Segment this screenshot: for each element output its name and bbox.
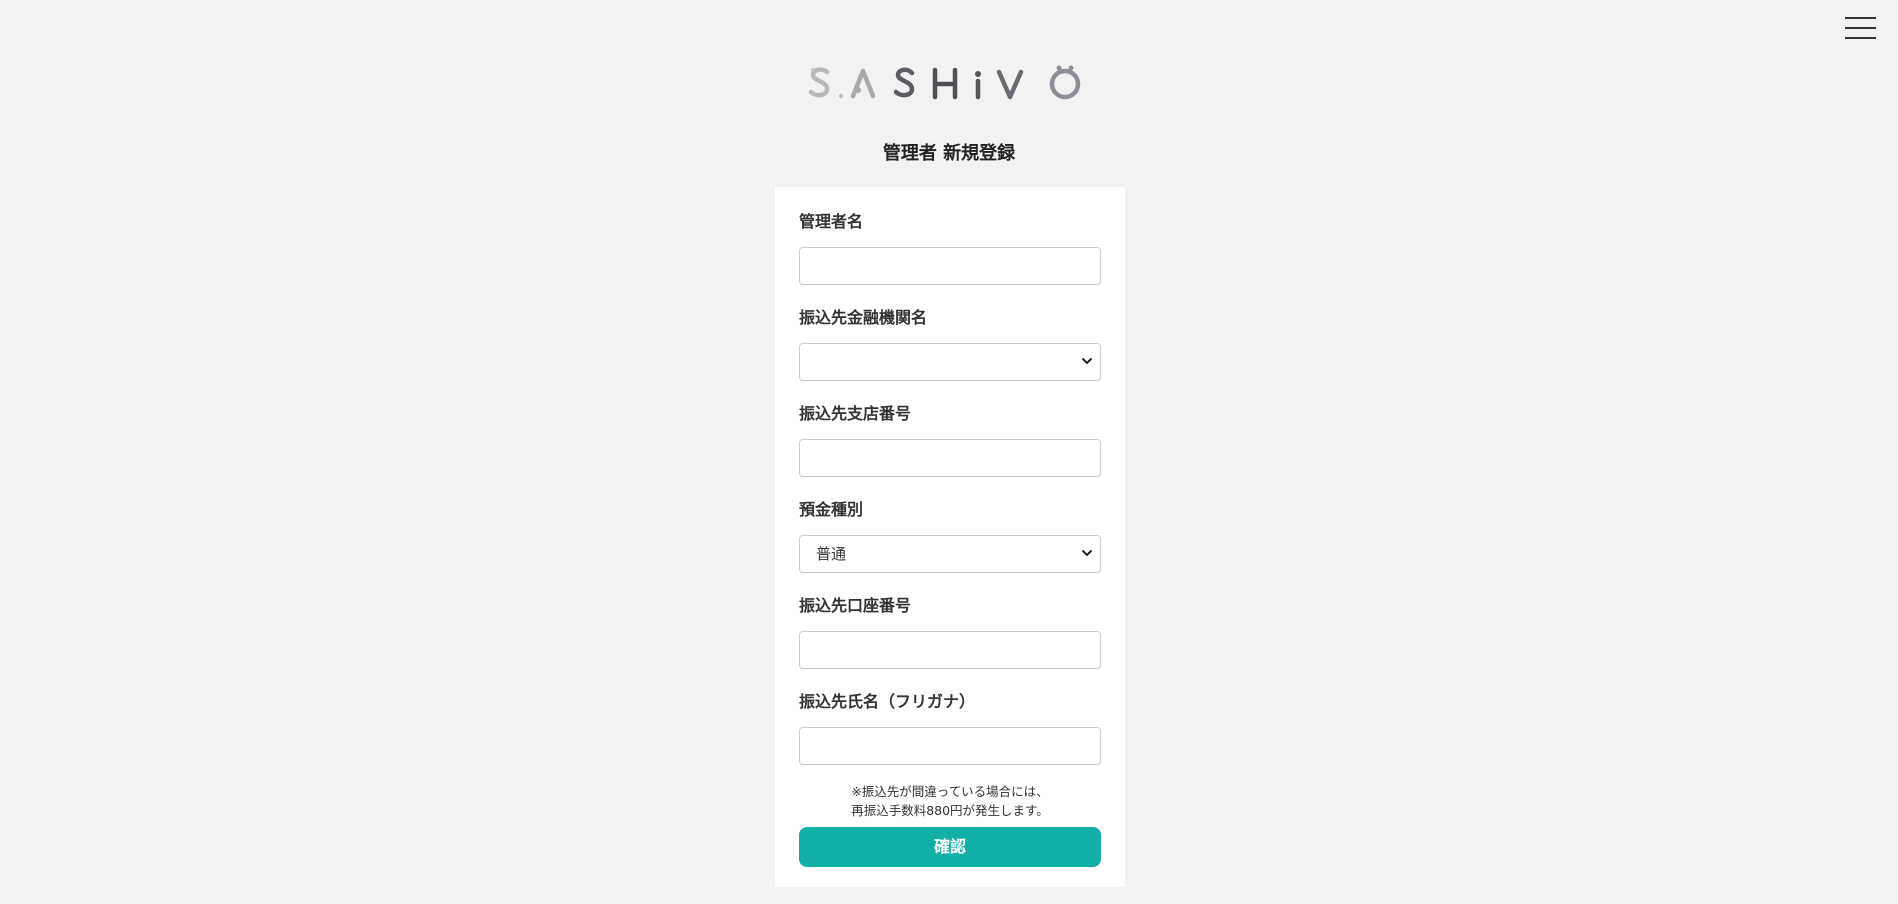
menu-bar bbox=[1845, 37, 1876, 39]
hamburger-menu-icon[interactable] bbox=[1845, 15, 1876, 40]
field-bank-name: 振込先金融機関名 bbox=[799, 307, 1101, 381]
account-number-input[interactable] bbox=[799, 631, 1101, 669]
account-holder-kana-input[interactable] bbox=[799, 727, 1101, 765]
logo-graphic bbox=[808, 65, 1081, 100]
field-account-holder-kana: 振込先氏名（フリガナ） bbox=[799, 691, 1101, 765]
chevron-down-icon bbox=[1082, 550, 1092, 556]
field-account-type: 預金種別 普通 bbox=[799, 499, 1101, 573]
field-label: 管理者名 bbox=[799, 212, 864, 231]
field-label: 振込先支店番号 bbox=[799, 404, 912, 423]
field-account-number: 振込先口座番号 bbox=[799, 595, 1101, 669]
field-label: 振込先氏名（フリガナ） bbox=[799, 692, 976, 711]
page-title: 管理者 新規登録 bbox=[882, 143, 1016, 164]
admin-name-input[interactable] bbox=[799, 247, 1101, 285]
menu-bar bbox=[1845, 17, 1876, 19]
chevron-down-icon bbox=[1082, 358, 1092, 364]
fee-notice: ※振込先が間違っている場合には、 再振込手数料880円が発生します。 bbox=[799, 782, 1101, 820]
branch-number-input[interactable] bbox=[799, 439, 1101, 477]
field-label: 振込先金融機関名 bbox=[799, 308, 928, 327]
menu-bar bbox=[1845, 27, 1876, 29]
field-label: 振込先口座番号 bbox=[799, 596, 912, 615]
fee-notice-line: ※振込先が間違っている場合には、 bbox=[851, 784, 1049, 799]
confirm-button[interactable]: 確認 bbox=[799, 827, 1101, 867]
select-value: 普通 bbox=[816, 545, 847, 563]
field-admin-name: 管理者名 bbox=[799, 211, 1101, 285]
field-label: 預金種別 bbox=[799, 500, 864, 519]
field-branch-number: 振込先支店番号 bbox=[799, 403, 1101, 477]
registration-form: 管理者名 振込先金融機関名 振込先支店番号 預金種別 普通 振込先口座番号 振込… bbox=[775, 187, 1125, 887]
account-type-select[interactable]: 普通 bbox=[799, 535, 1101, 573]
bank-name-select[interactable] bbox=[799, 343, 1101, 381]
sashivo-logo bbox=[0, 64, 1898, 108]
fee-notice-line: 再振込手数料880円が発生します。 bbox=[851, 803, 1049, 818]
